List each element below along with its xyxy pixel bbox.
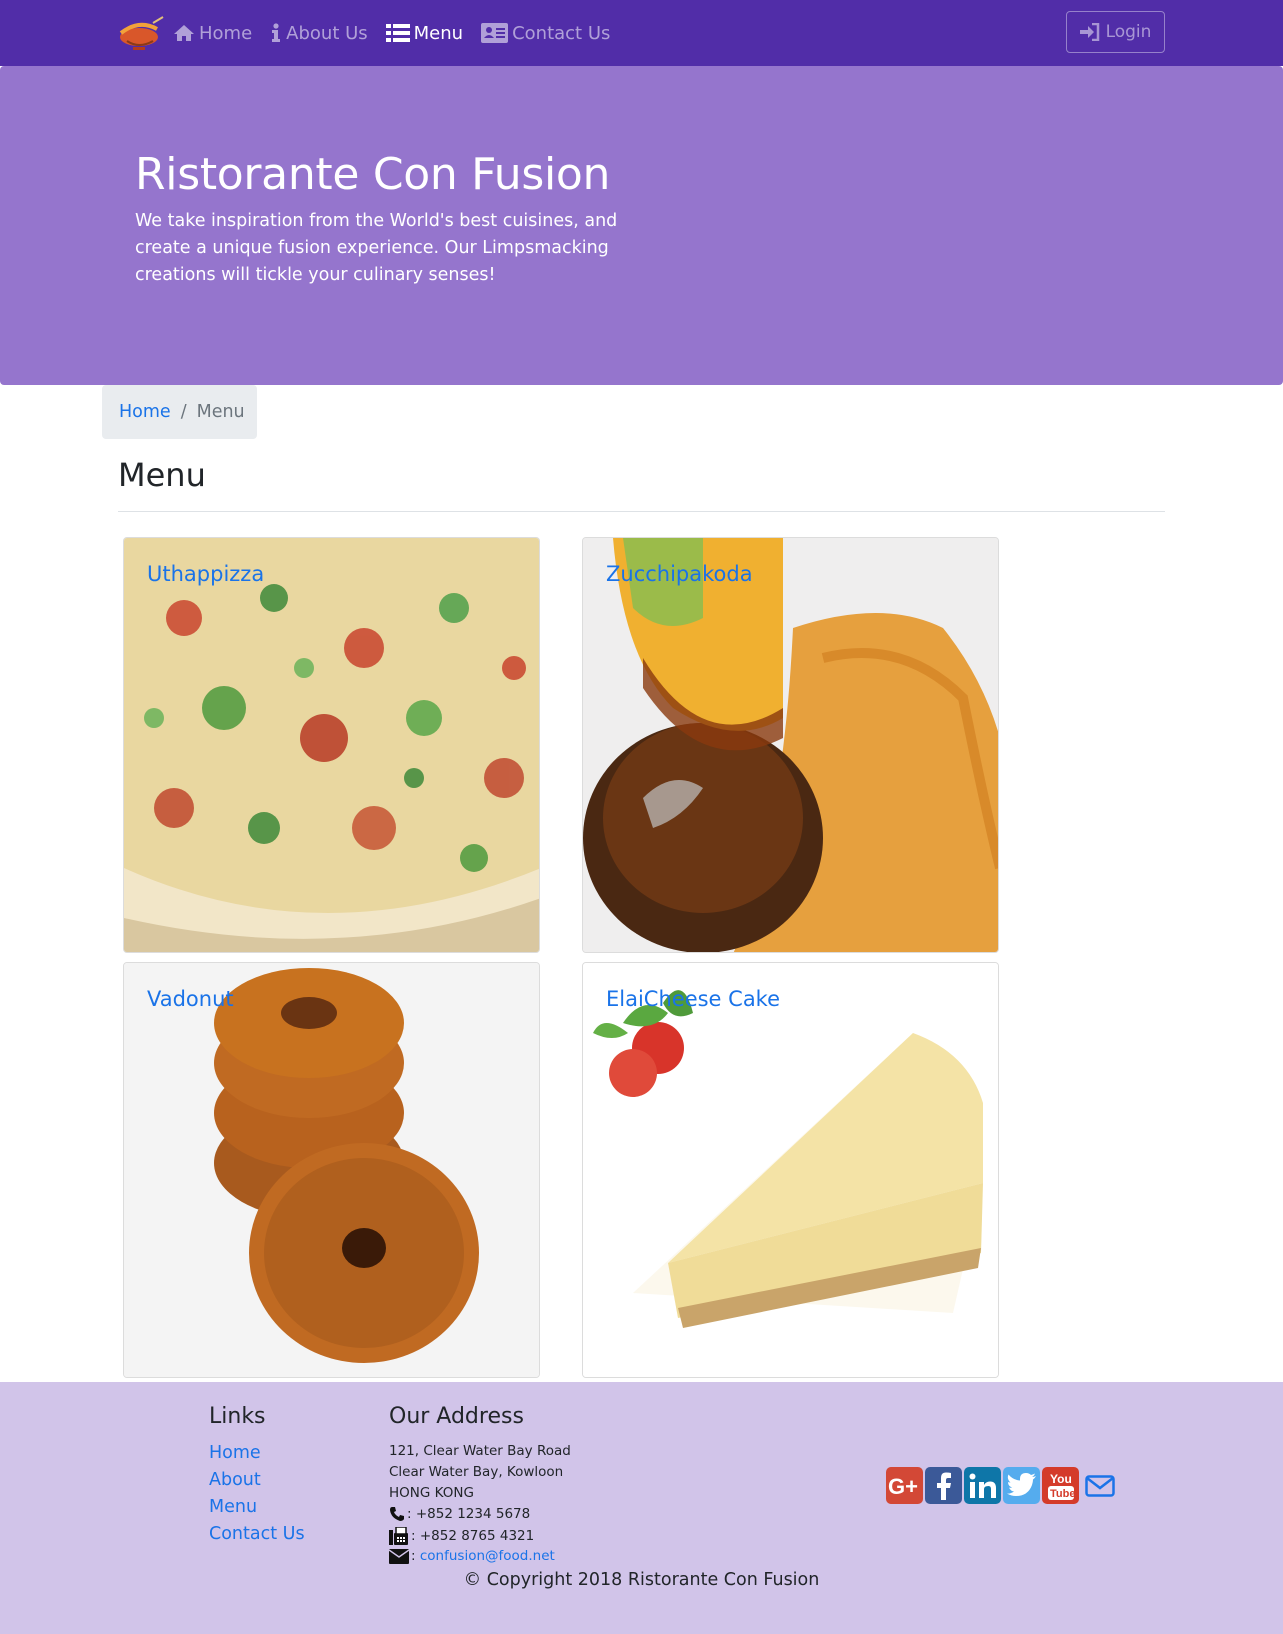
- facebook-icon[interactable]: [925, 1467, 962, 1504]
- home-icon: [174, 25, 194, 41]
- uthappizza-image: [124, 538, 539, 952]
- phone-icon: [390, 1507, 404, 1521]
- svg-text:Tube: Tube: [1050, 1488, 1075, 1500]
- footer-link-contact[interactable]: Contact Us: [209, 1524, 305, 1544]
- zucchipakoda-image: [583, 538, 998, 952]
- social-links: G+ You Tube: [886, 1467, 1120, 1504]
- email-link[interactable]: confusion@food.net: [420, 1548, 555, 1564]
- breadcrumb-current: Menu: [196, 402, 245, 422]
- nav-items: Home About Us Menu Contact Us: [117, 0, 628, 66]
- footer: Links Home About Menu Contact Us Our Add…: [0, 1382, 1283, 1634]
- phone-line: : +852 1234 5678: [389, 1506, 530, 1522]
- address-line-3: HONG KONG: [389, 1485, 474, 1501]
- footer-address-heading: Our Address: [389, 1404, 524, 1429]
- footer-link-menu[interactable]: Menu: [209, 1497, 257, 1517]
- dish-title: Zucchipakoda: [606, 562, 753, 586]
- email-line: : confusion@food.net: [389, 1548, 555, 1564]
- dish-title: ElaiCheese Cake: [606, 987, 781, 1011]
- envelope-icon[interactable]: [1081, 1467, 1118, 1504]
- nav-home-label: Home: [199, 22, 253, 44]
- svg-text:You: You: [1050, 1472, 1072, 1486]
- nav-about-label: About Us: [286, 22, 368, 44]
- address-line-1: 121, Clear Water Bay Road: [389, 1443, 571, 1459]
- nav-contact-label: Contact Us: [512, 22, 611, 44]
- twitter-icon[interactable]: [1003, 1467, 1040, 1504]
- dish-card-vadonut[interactable]: Vadonut: [123, 962, 540, 1378]
- nav-contact[interactable]: Contact Us: [481, 23, 610, 44]
- page-title: Menu: [118, 456, 206, 494]
- info-icon: [272, 23, 281, 42]
- footer-links-heading: Links: [209, 1404, 266, 1429]
- svg-text:G+: G+: [888, 1475, 918, 1497]
- nav-home[interactable]: Home: [173, 23, 252, 44]
- nav-about[interactable]: About Us: [270, 23, 368, 44]
- sign-in-icon: [1079, 23, 1099, 41]
- fax-line: : +852 8765 4321: [389, 1527, 534, 1545]
- login-button[interactable]: Login: [1066, 11, 1165, 53]
- envelope-icon: [389, 1548, 409, 1564]
- login-label: Login: [1105, 22, 1152, 42]
- address-line-2: Clear Water Bay, Kowloon: [389, 1464, 564, 1480]
- divider: [118, 511, 1165, 512]
- google-plus-icon[interactable]: G+: [886, 1467, 923, 1504]
- phone-number: : +852 1234 5678: [407, 1506, 531, 1522]
- email-prefix: :: [411, 1548, 416, 1564]
- footer-link-about[interactable]: About: [209, 1470, 261, 1490]
- jumbotron-title: Ristorante Con Fusion: [135, 149, 611, 200]
- fax-icon: [389, 1527, 408, 1545]
- address-card-icon: [481, 23, 509, 43]
- breadcrumb-separator: /: [180, 402, 187, 422]
- dish-title: Uthappizza: [147, 562, 265, 586]
- linkedin-icon[interactable]: [964, 1467, 1001, 1504]
- restaurant-logo-icon[interactable]: [117, 13, 165, 53]
- jumbotron-text: We take inspiration from the World's bes…: [135, 211, 618, 285]
- breadcrumb-home[interactable]: Home: [119, 402, 171, 422]
- dish-card-elaicheese-cake[interactable]: ElaiCheese Cake: [582, 962, 999, 1378]
- elaicheese-cake-image: [583, 963, 998, 1377]
- list-icon: [385, 24, 410, 42]
- jumbotron: Ristorante Con Fusion We take inspiratio…: [0, 66, 1283, 385]
- dish-card-uthappizza[interactable]: Uthappizza: [123, 537, 540, 953]
- navbar: Home About Us Menu Contact Us Login: [0, 0, 1283, 66]
- footer-link-home[interactable]: Home: [209, 1443, 261, 1463]
- breadcrumb: Home / Menu: [102, 385, 257, 439]
- dish-title: Vadonut: [147, 987, 234, 1011]
- fax-number: : +852 8765 4321: [411, 1528, 535, 1544]
- vadonut-image: [124, 963, 539, 1377]
- nav-menu[interactable]: Menu: [385, 22, 464, 44]
- nav-menu-label: Menu: [413, 22, 464, 44]
- dish-card-zucchipakoda[interactable]: Zucchipakoda: [582, 537, 999, 953]
- youtube-icon[interactable]: You Tube: [1042, 1467, 1079, 1504]
- copyright-text: © Copyright 2018 Ristorante Con Fusion: [463, 1570, 820, 1590]
